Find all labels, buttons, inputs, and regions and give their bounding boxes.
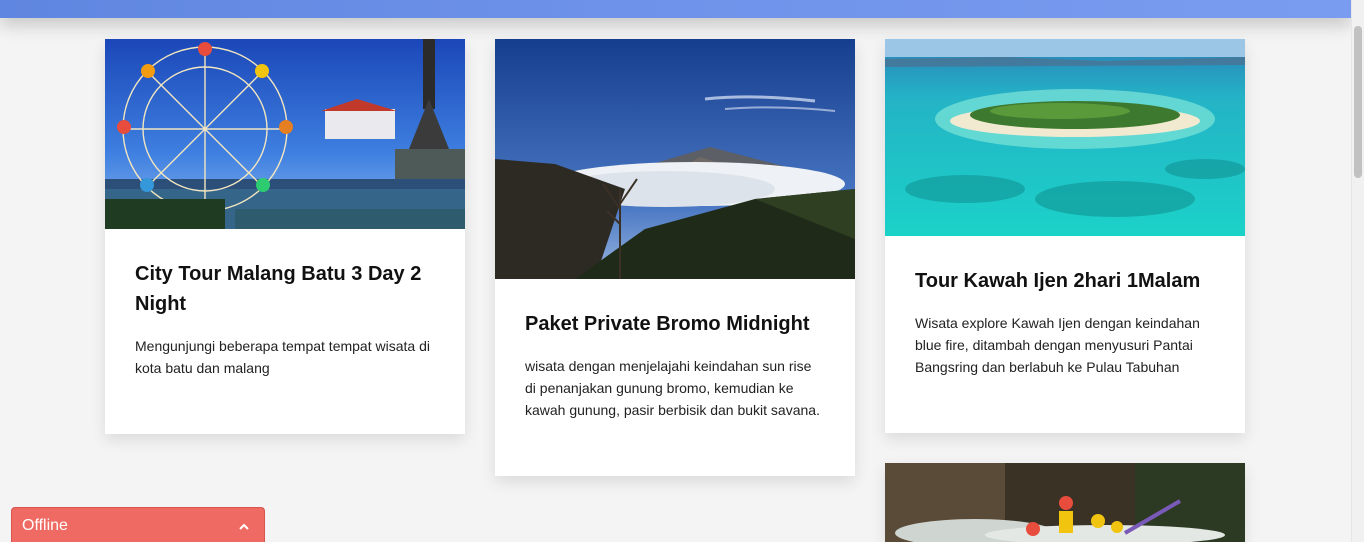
tour-image-island xyxy=(885,39,1245,236)
top-navigation-bar xyxy=(0,0,1352,18)
tour-card-bromo-midnight[interactable]: Paket Private Bromo Midnight wisata deng… xyxy=(495,39,855,476)
tour-card-city-tour-malang[interactable]: City Tour Malang Batu 3 Day 2 Night Meng… xyxy=(105,39,465,434)
tour-title[interactable]: Paket Private Bromo Midnight xyxy=(525,309,825,339)
tour-title[interactable]: City Tour Malang Batu 3 Day 2 Night xyxy=(135,259,435,319)
tour-card-kawah-ijen[interactable]: Tour Kawah Ijen 2hari 1Malam Wisata expl… xyxy=(885,39,1245,433)
scrollbar-thumb[interactable] xyxy=(1354,26,1362,178)
chat-widget-offline[interactable]: Offline xyxy=(11,507,265,542)
tour-description: Mengunjungi beberapa tempat tempat wisat… xyxy=(135,338,430,376)
tour-card-rafting[interactable] xyxy=(885,463,1245,542)
tour-image-bromo xyxy=(495,39,855,279)
vertical-scrollbar[interactable] xyxy=(1351,0,1364,542)
tour-description: wisata dengan menjelajahi keindahan sun … xyxy=(525,358,820,418)
tour-description: Wisata explore Kawah Ijen dengan keindah… xyxy=(915,315,1200,375)
tour-image-rafting xyxy=(885,463,1245,542)
chevron-up-icon[interactable] xyxy=(238,521,250,533)
tour-image-ferris-wheel xyxy=(105,39,465,229)
chat-status-label: Offline xyxy=(22,517,68,534)
tour-title[interactable]: Tour Kawah Ijen 2hari 1Malam xyxy=(915,266,1215,296)
